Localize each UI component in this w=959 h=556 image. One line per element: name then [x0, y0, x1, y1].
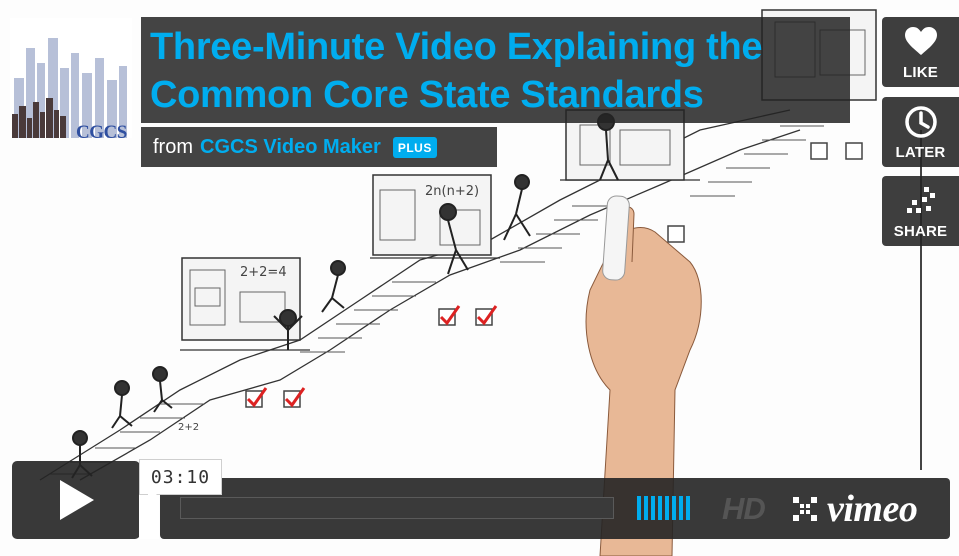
- watch-later-button[interactable]: LATER: [882, 97, 959, 167]
- volume-control[interactable]: [637, 496, 690, 520]
- title-line-1[interactable]: Three-Minute Video Explaining the: [150, 23, 842, 71]
- time-indicator: 03:10: [139, 459, 222, 503]
- share-label: SHARE: [893, 223, 948, 240]
- heart-icon: [882, 25, 959, 59]
- plus-badge: PLUS: [392, 136, 437, 158]
- play-button[interactable]: [12, 461, 140, 539]
- progress-bar[interactable]: [180, 497, 614, 519]
- video-title[interactable]: Three-Minute Video Explaining the Common…: [141, 17, 850, 123]
- share-icon: [882, 184, 959, 218]
- byline: from CGCS Video Maker PLUS: [141, 127, 497, 167]
- volume-bar: [658, 496, 662, 520]
- play-icon: [60, 480, 94, 520]
- share-button[interactable]: SHARE: [882, 176, 959, 246]
- volume-bar: [672, 496, 676, 520]
- fullscreen-icon: [793, 497, 817, 521]
- clock-icon: [882, 105, 959, 139]
- byline-from: from: [153, 135, 193, 158]
- later-label: LATER: [895, 144, 946, 161]
- volume-bar: [644, 496, 648, 520]
- volume-bar: [665, 496, 669, 520]
- like-button[interactable]: LIKE: [882, 17, 959, 87]
- author-link[interactable]: CGCS Video Maker: [200, 136, 381, 159]
- fullscreen-button[interactable]: [791, 495, 819, 523]
- board-math-1: 2+2=4: [240, 265, 287, 280]
- volume-bar: [686, 496, 690, 520]
- vimeo-logo[interactable]: vimeo: [827, 487, 918, 531]
- volume-bar: [651, 496, 655, 520]
- volume-bar: [637, 496, 641, 520]
- children-figures: [71, 113, 619, 479]
- stairs-math: 2+2: [178, 422, 199, 433]
- title-line-2[interactable]: Common Core State Standards: [150, 71, 842, 119]
- board-math-2: 2n(n+2): [425, 184, 479, 199]
- cgcs-logo: CGCS: [10, 18, 132, 143]
- hd-toggle[interactable]: HD: [722, 491, 766, 527]
- control-bar: HD vimeo: [160, 478, 950, 539]
- like-label: LIKE: [903, 64, 938, 81]
- skyline-icon: [10, 18, 132, 138]
- logo-text: CGCS: [76, 122, 127, 143]
- volume-bar: [679, 496, 683, 520]
